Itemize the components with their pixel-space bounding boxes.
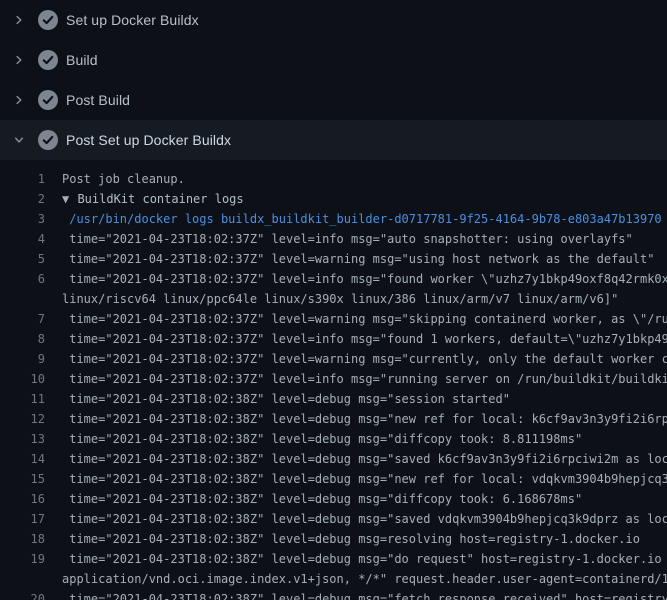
log-line-15: 15 time="2021-04-23T18:02:38Z" level=deb…: [0, 469, 667, 489]
log-line-18: 18 time="2021-04-23T18:02:38Z" level=deb…: [0, 529, 667, 549]
line-number[interactable]: 7: [0, 309, 45, 329]
line-number[interactable]: 5: [0, 249, 45, 269]
log-text: time="2021-04-23T18:02:38Z" level=debug …: [45, 429, 582, 449]
step-label: Post Set up Docker Buildx: [66, 132, 231, 148]
log-line-20: 20 time="2021-04-23T18:02:38Z" level=deb…: [0, 589, 667, 600]
line-number[interactable]: 2: [0, 189, 45, 209]
check-circle-icon: [38, 90, 58, 110]
line-number[interactable]: 1: [0, 169, 45, 189]
log-line-6: 6 time="2021-04-23T18:02:37Z" level=info…: [0, 269, 667, 289]
log-line-5: 5 time="2021-04-23T18:02:37Z" level=warn…: [0, 249, 667, 269]
log-text: time="2021-04-23T18:02:38Z" level=debug …: [45, 469, 667, 489]
log-line-19: 19 time="2021-04-23T18:02:38Z" level=deb…: [0, 549, 667, 569]
chevron-down-icon: [12, 133, 26, 147]
log-line-4: 4 time="2021-04-23T18:02:37Z" level=info…: [0, 229, 667, 249]
check-circle-icon: [38, 10, 58, 30]
line-number[interactable]: 3: [0, 209, 45, 229]
log-line-11: 11 time="2021-04-23T18:02:38Z" level=deb…: [0, 389, 667, 409]
log-text: time="2021-04-23T18:02:38Z" level=debug …: [45, 489, 582, 509]
log-line-wrap: linux/riscv64 linux/ppc64le linux/s390x …: [0, 289, 667, 309]
line-number[interactable]: 10: [0, 369, 45, 389]
log-line-10: 10 time="2021-04-23T18:02:37Z" level=inf…: [0, 369, 667, 389]
line-number[interactable]: 12: [0, 409, 45, 429]
log-text: time="2021-04-23T18:02:38Z" level=debug …: [45, 389, 510, 409]
log-text: time="2021-04-23T18:02:37Z" level=info m…: [45, 329, 667, 349]
log-line-9: 9 time="2021-04-23T18:02:37Z" level=warn…: [0, 349, 667, 369]
log-text: linux/riscv64 linux/ppc64le linux/s390x …: [45, 289, 618, 309]
log-line-3: 3 /usr/bin/docker logs buildx_buildkit_b…: [0, 209, 667, 229]
log-line-14: 14 time="2021-04-23T18:02:38Z" level=deb…: [0, 449, 667, 469]
line-number[interactable]: 20: [0, 589, 45, 600]
line-number[interactable]: 17: [0, 509, 45, 529]
chevron-right-icon: [12, 13, 26, 27]
log-line-16: 16 time="2021-04-23T18:02:38Z" level=deb…: [0, 489, 667, 509]
triangle-down-icon: ▼: [62, 192, 76, 206]
log-text: time="2021-04-23T18:02:37Z" level=warnin…: [45, 249, 654, 269]
step-row-set-up-docker-buildx[interactable]: Set up Docker Buildx: [0, 0, 667, 40]
step-list: Set up Docker Buildx Build Post Build Po…: [0, 0, 667, 160]
log-text: Post job cleanup.: [45, 169, 185, 189]
line-number[interactable]: 15: [0, 469, 45, 489]
log-line-13: 13 time="2021-04-23T18:02:38Z" level=deb…: [0, 429, 667, 449]
line-number[interactable]: 4: [0, 229, 45, 249]
chevron-right-icon: [12, 53, 26, 67]
log-text: time="2021-04-23T18:02:37Z" level=info m…: [45, 369, 667, 389]
log-group-header[interactable]: ▼ BuildKit container logs: [45, 189, 244, 209]
log-text: time="2021-04-23T18:02:37Z" level=warnin…: [45, 349, 667, 369]
log-group-title: BuildKit container logs: [77, 192, 243, 206]
line-number[interactable]: 9: [0, 349, 45, 369]
log-console: 1Post job cleanup.2▼ BuildKit container …: [0, 160, 667, 600]
step-label: Post Build: [66, 92, 130, 108]
log-line-2: 2▼ BuildKit container logs: [0, 189, 667, 209]
line-number[interactable]: 11: [0, 389, 45, 409]
check-circle-icon: [38, 130, 58, 150]
step-row-post-build[interactable]: Post Build: [0, 80, 667, 120]
chevron-right-icon: [12, 93, 26, 107]
line-number[interactable]: 13: [0, 429, 45, 449]
log-text: time="2021-04-23T18:02:37Z" level=info m…: [45, 229, 633, 249]
log-text: time="2021-04-23T18:02:38Z" level=debug …: [45, 529, 640, 549]
line-number[interactable]: 16: [0, 489, 45, 509]
log-line-17: 17 time="2021-04-23T18:02:38Z" level=deb…: [0, 509, 667, 529]
log-text: time="2021-04-23T18:02:38Z" level=debug …: [45, 449, 667, 469]
log-text: time="2021-04-23T18:02:38Z" level=debug …: [45, 509, 667, 529]
log-line-1: 1Post job cleanup.: [0, 169, 667, 189]
log-line-wrap: application/vnd.oci.image.index.v1+json,…: [0, 569, 667, 589]
log-text: time="2021-04-23T18:02:37Z" level=warnin…: [45, 309, 667, 329]
line-number[interactable]: 18: [0, 529, 45, 549]
log-text: application/vnd.oci.image.index.v1+json,…: [45, 569, 667, 589]
log-line-8: 8 time="2021-04-23T18:02:37Z" level=info…: [0, 329, 667, 349]
actions-log-viewer: Set up Docker Buildx Build Post Build Po…: [0, 0, 667, 600]
log-line-7: 7 time="2021-04-23T18:02:37Z" level=warn…: [0, 309, 667, 329]
step-row-post-set-up-docker-buildx[interactable]: Post Set up Docker Buildx: [0, 120, 667, 160]
line-number[interactable]: 8: [0, 329, 45, 349]
line-number[interactable]: 6: [0, 269, 45, 289]
log-line-12: 12 time="2021-04-23T18:02:38Z" level=deb…: [0, 409, 667, 429]
step-row-build[interactable]: Build: [0, 40, 667, 80]
line-number[interactable]: 19: [0, 549, 45, 569]
log-text: time="2021-04-23T18:02:38Z" level=debug …: [45, 589, 667, 600]
check-circle-icon: [38, 50, 58, 70]
log-text: time="2021-04-23T18:02:38Z" level=debug …: [45, 409, 667, 429]
step-label: Build: [66, 52, 98, 68]
log-text: time="2021-04-23T18:02:38Z" level=debug …: [45, 549, 667, 569]
log-text: time="2021-04-23T18:02:37Z" level=info m…: [45, 269, 667, 289]
line-number: [0, 569, 45, 589]
line-number: [0, 289, 45, 309]
log-command-text: /usr/bin/docker logs buildx_buildkit_bui…: [45, 209, 662, 229]
step-label: Set up Docker Buildx: [66, 12, 199, 28]
line-number[interactable]: 14: [0, 449, 45, 469]
